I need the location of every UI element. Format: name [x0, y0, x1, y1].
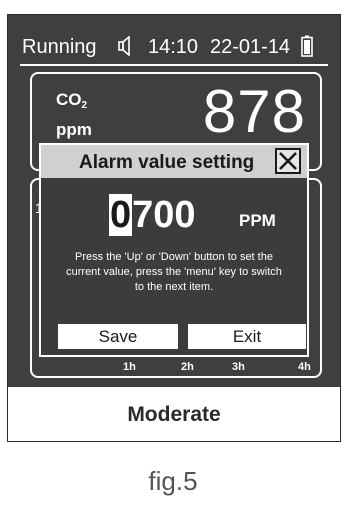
selected-digit[interactable]: 0: [109, 194, 133, 236]
device-frame: Running 14:10 22-01-14 CO2 ppm 878 1h 2h…: [7, 14, 341, 442]
time-label-3h: 3h: [232, 361, 245, 373]
status-bar: Running 14:10 22-01-14: [8, 15, 340, 63]
exit-button[interactable]: Exit: [188, 324, 306, 349]
running-status: Running: [22, 36, 97, 58]
alarm-value-unit: PPM: [239, 211, 276, 230]
co2-label: CO2: [56, 90, 88, 111]
dialog-title: Alarm value setting: [79, 152, 255, 173]
speaker-icon: [118, 35, 132, 60]
remaining-digits: 700: [132, 194, 196, 236]
clock-date: 22-01-14: [210, 36, 291, 58]
save-button[interactable]: Save: [58, 324, 178, 349]
co2-unit-label: ppm: [56, 120, 92, 139]
help-text: Press the 'Up' or 'Down' button to set t…: [66, 251, 282, 293]
close-button[interactable]: [275, 148, 301, 174]
clock-time: 14:10: [148, 36, 199, 58]
air-quality-label: Moderate: [127, 403, 221, 426]
time-label-2h: 2h: [181, 361, 194, 373]
alarm-setting-dialog: Alarm value setting 0700 PPM Press the '…: [39, 143, 309, 357]
status-divider: [20, 64, 328, 66]
co2-value: 878: [202, 78, 306, 145]
battery-icon: [301, 35, 313, 61]
lcd-screen: Running 14:10 22-01-14 CO2 ppm 878 1h 2h…: [8, 15, 340, 387]
time-label-4h: 4h: [298, 361, 311, 373]
dialog-titlebar: Alarm value setting: [41, 145, 307, 178]
time-label-1h: 1h: [123, 361, 136, 373]
close-icon: [279, 152, 297, 170]
alarm-value[interactable]: 0700: [109, 193, 196, 237]
figure-caption: fig.5: [148, 466, 198, 496]
alarm-value-row: 0700 PPM: [41, 189, 307, 239]
